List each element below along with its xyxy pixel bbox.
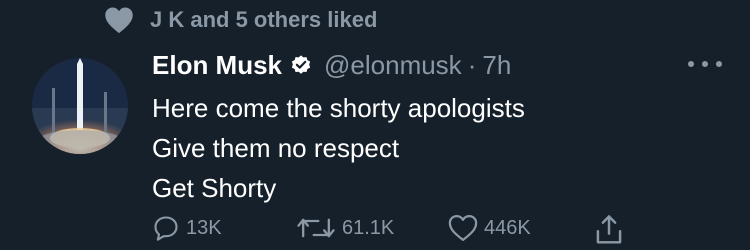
liked-by-text[interactable]: J K and 5 others liked <box>150 7 377 33</box>
tweet-line: Here come the shorty apologists <box>152 93 525 123</box>
more-dot <box>716 61 722 67</box>
tweet-line: Give them no respect <box>152 133 400 163</box>
tweet-text: Here come the shorty apologists Give the… <box>152 88 525 208</box>
meta-separator: · <box>467 49 477 80</box>
author-name[interactable]: Elon Musk <box>152 50 282 81</box>
tweet-time[interactable]: 7h <box>482 50 511 81</box>
more-icon[interactable] <box>688 54 722 74</box>
tweet-header: Elon Musk @elonmusk · 7h <box>152 48 511 82</box>
reply-count: 13K <box>186 216 222 239</box>
like-button[interactable]: 446K <box>448 214 531 242</box>
like-icon <box>448 215 478 241</box>
retweet-button[interactable]: 61.1K <box>296 214 394 242</box>
heart-icon <box>105 7 133 34</box>
social-context: J K and 5 others liked <box>104 6 377 34</box>
reply-icon <box>154 216 178 241</box>
reply-button[interactable]: 13K <box>152 214 222 242</box>
avatar[interactable] <box>32 58 128 154</box>
more-dot <box>688 61 694 67</box>
more-dot <box>702 61 708 67</box>
like-count: 446K <box>484 216 531 239</box>
rocket-launch-image <box>32 58 128 154</box>
retweet-icon <box>297 218 335 238</box>
retweet-count: 61.1K <box>342 216 395 239</box>
author-handle[interactable]: @elonmusk <box>324 50 462 81</box>
share-icon <box>596 215 622 244</box>
share-button[interactable] <box>594 214 624 246</box>
verified-badge-icon <box>291 55 311 74</box>
tweet-line: Get Shorty <box>152 173 277 203</box>
